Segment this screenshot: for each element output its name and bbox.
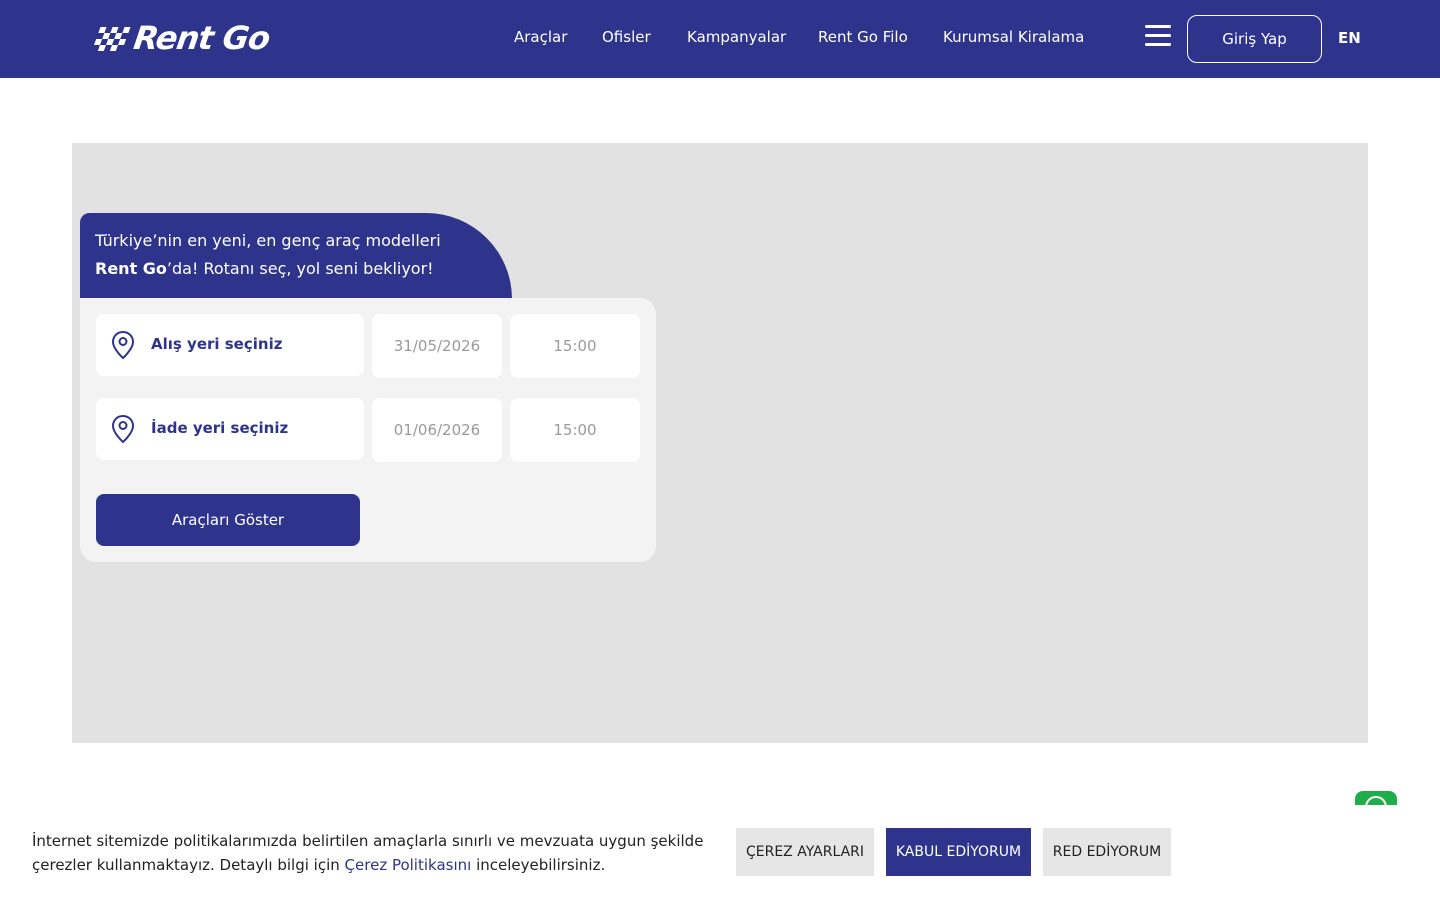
nav-link-rent-go-filo[interactable]: Rent Go Filo: [818, 28, 908, 46]
tagline-line-2: Rent Go’da! Rotanı seç, yol seni bekliyo…: [95, 259, 434, 278]
hamburger-menu-icon[interactable]: [1145, 25, 1171, 47]
location-pin-icon: [111, 330, 135, 360]
cookie-consent-text: İnternet sitemizde politikalarımızda bel…: [32, 829, 712, 877]
tagline-line-1: Türkiye’nin en yeni, en genç araç modell…: [95, 231, 441, 250]
pickup-date-field[interactable]: 31/05/2026: [372, 314, 502, 378]
language-toggle[interactable]: EN: [1338, 29, 1361, 47]
return-time-field[interactable]: 15:00: [510, 398, 640, 462]
tagline-line-2-rest: ’da! Rotanı seç, yol seni bekliyor!: [166, 259, 434, 278]
nav-link-kurumsal-kiralama[interactable]: Kurumsal Kiralama: [943, 28, 1084, 46]
nav-link-kampanyalar[interactable]: Kampanyalar: [687, 28, 786, 46]
cookie-text-part2: inceleyebilirsiniz.: [471, 856, 606, 874]
location-pin-icon: [111, 414, 135, 444]
return-date-field[interactable]: 01/06/2026: [372, 398, 502, 462]
pickup-location-placeholder: Alış yeri seçiniz: [151, 335, 283, 353]
show-cars-button[interactable]: Araçları Göster: [96, 494, 360, 546]
hero-tagline: Türkiye’nin en yeni, en genç araç modell…: [80, 213, 512, 299]
tagline-brand: Rent Go: [95, 259, 167, 278]
cookie-consent-bar: İnternet sitemizde politikalarımızda bel…: [0, 805, 1440, 900]
site-header: Rent Go Araçlar Ofisler Kampanyalar Rent…: [0, 0, 1440, 78]
return-location-placeholder: İade yeri seçiniz: [151, 419, 289, 437]
login-button[interactable]: Giriş Yap: [1187, 15, 1322, 63]
whatsapp-icon: [1365, 796, 1387, 805]
nav-link-ofisler[interactable]: Ofisler: [602, 28, 651, 46]
pickup-location-field[interactable]: Alış yeri seçiniz: [96, 314, 364, 376]
pickup-time-field[interactable]: 15:00: [510, 314, 640, 378]
cookie-policy-link[interactable]: Çerez Politikasını: [345, 856, 472, 874]
cookie-accept-button[interactable]: KABUL EDİYORUM: [886, 828, 1031, 876]
return-location-field[interactable]: İade yeri seçiniz: [96, 398, 364, 460]
menu-bar: [1145, 34, 1171, 37]
menu-bar: [1145, 43, 1171, 46]
whatsapp-chat-button[interactable]: [1355, 791, 1397, 805]
cookie-settings-button[interactable]: ÇEREZ AYARLARI: [736, 828, 874, 876]
menu-bar: [1145, 25, 1171, 28]
cookie-reject-button[interactable]: RED EDİYORUM: [1043, 828, 1171, 876]
nav-link-araclar[interactable]: Araçlar: [514, 28, 567, 46]
